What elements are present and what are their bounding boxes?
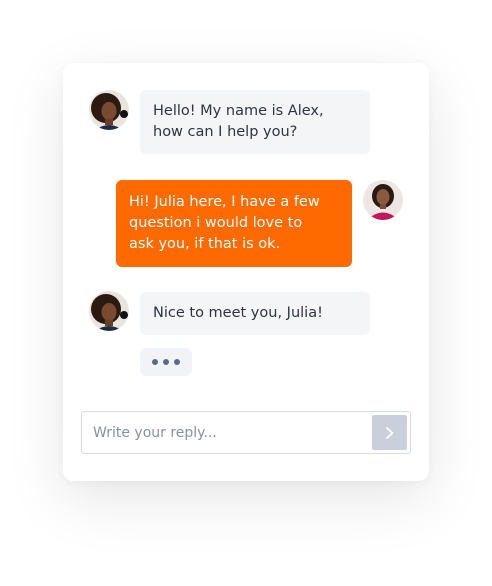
message-text-line: Hi! Julia here, I have a few [129,194,320,210]
message-text-line: Hello! My name is Alex, [153,103,324,119]
message-text-line: question i would love to [129,215,303,231]
alex-avatar [89,291,129,331]
message-bubble-bot: Nice to meet you, Julia! [140,292,370,335]
message-bubble-user: Hi! Julia here, I have a few question i … [116,180,352,267]
ellipsis-icon [163,359,169,365]
message-text-line: Nice to meet you, Julia! [153,305,323,321]
chevron-right-icon [385,426,393,439]
ellipsis-icon [174,359,180,365]
message-text-line: ask you, if that is ok. [129,236,281,252]
message-bubble-bot: Hello! My name is Alex, how can I help y… [140,90,370,154]
ellipsis-icon [152,359,158,365]
julia-avatar [363,180,403,220]
chat-widget: Hello! My name is Alex, how can I help y… [63,63,429,481]
alex-avatar [89,90,129,130]
reply-bar [81,411,411,454]
reply-input[interactable] [82,412,368,453]
send-button[interactable] [372,415,407,450]
typing-indicator [140,348,192,376]
message-text-line: how can I help you? [153,124,298,140]
